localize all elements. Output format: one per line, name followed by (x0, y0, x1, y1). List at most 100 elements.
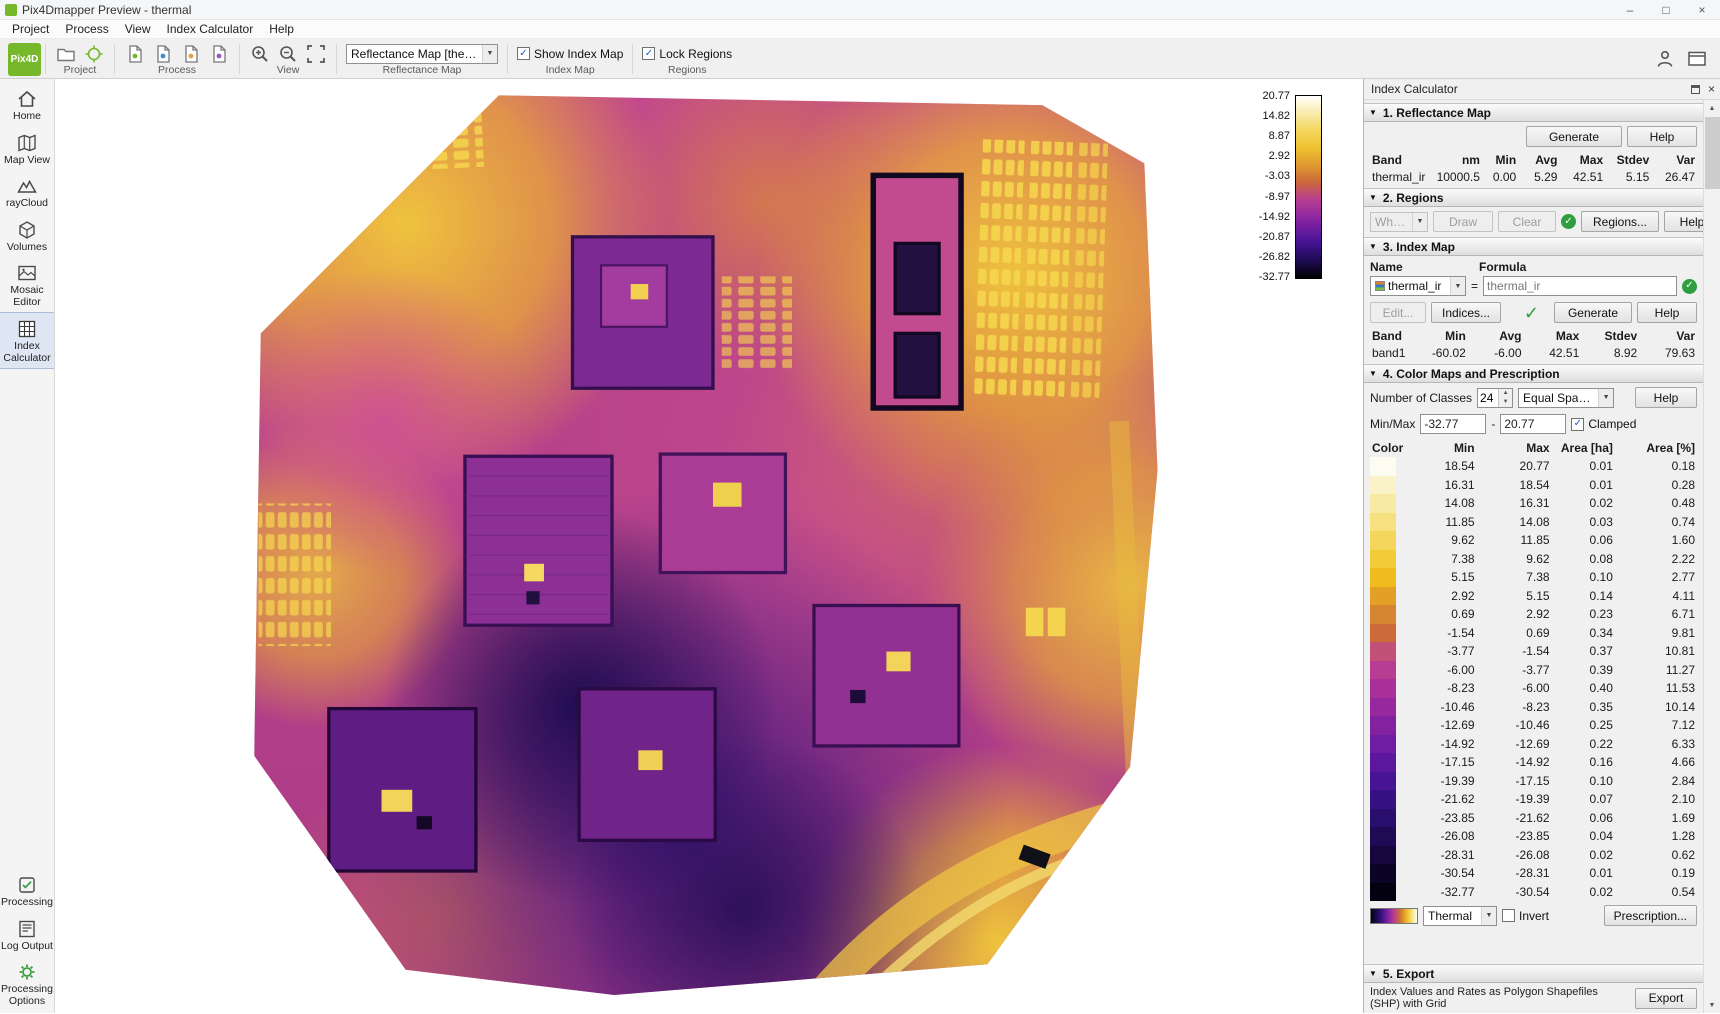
col-header: Area [ha] (1552, 439, 1615, 457)
color-class-row[interactable]: 9.6211.850.061.60 (1370, 531, 1697, 550)
zoom-in-icon[interactable] (249, 43, 271, 65)
sidebar-item-raycloud[interactable]: rayCloud (0, 170, 54, 214)
help-colormap-button[interactable]: Help (1635, 387, 1697, 408)
regions-button[interactable]: Regions... (1581, 211, 1659, 232)
spinner-down-icon[interactable]: ▼ (1499, 398, 1512, 407)
color-class-row[interactable]: 5.157.380.102.77 (1370, 568, 1697, 587)
help-reflectance-button[interactable]: Help (1627, 126, 1697, 147)
sidebar-item-mosaic-editor[interactable]: Mosaic Editor (0, 257, 54, 312)
section-header-color-maps[interactable]: ▼ 4. Color Maps and Prescription (1364, 364, 1703, 383)
generate-index-button[interactable]: Generate (1554, 302, 1632, 323)
number-of-classes-input[interactable] (1478, 389, 1498, 407)
color-class-row[interactable]: 14.0816.310.020.48 (1370, 494, 1697, 513)
color-class-row[interactable]: -1.540.690.349.81 (1370, 624, 1697, 643)
number-of-classes-stepper[interactable]: ▲ ▼ (1477, 388, 1513, 408)
max-input[interactable] (1500, 414, 1566, 434)
spinner-up-icon[interactable]: ▲ (1499, 389, 1512, 398)
formula-input[interactable] (1483, 276, 1677, 296)
minimize-button[interactable]: – (1612, 0, 1648, 19)
sidebar-item-index-calculator[interactable]: Index Calculator (0, 312, 54, 369)
band-row[interactable]: thermal_ir 10000.5 0.00 5.29 42.51 5.15 … (1370, 169, 1697, 185)
show-index-map-checkbox[interactable]: ✓ Show Index Map (517, 47, 623, 61)
section-header-reflectance-map[interactable]: ▼ 1. Reflectance Map (1364, 103, 1703, 122)
band-row[interactable]: band1 -60.02 -6.00 42.51 8.92 79.63 (1370, 345, 1697, 361)
color-class-row[interactable]: -14.92-12.690.226.33 (1370, 735, 1697, 754)
color-class-row[interactable]: -19.39-17.150.102.84 (1370, 772, 1697, 791)
min-input[interactable] (1420, 414, 1486, 434)
color-class-row[interactable]: -30.54-28.310.010.19 (1370, 864, 1697, 883)
color-class-row[interactable]: -26.08-23.850.041.28 (1370, 827, 1697, 846)
section-header-regions[interactable]: ▼ 2. Regions (1364, 188, 1703, 207)
section-header-export[interactable]: ▼ 5. Export (1364, 964, 1703, 983)
zoom-out-icon[interactable] (277, 43, 299, 65)
menu-item-process[interactable]: Process (57, 21, 116, 37)
class-min: -1.54 (1405, 624, 1476, 643)
color-class-row[interactable]: -6.00-3.770.3911.27 (1370, 661, 1697, 680)
class-area-ha: 0.10 (1552, 772, 1615, 791)
scroll-down-icon[interactable]: ▼ (1704, 997, 1720, 1013)
colormap-select[interactable]: Thermal ▼ (1423, 906, 1497, 926)
color-class-row[interactable]: 7.389.620.082.22 (1370, 550, 1697, 569)
section-header-index-map[interactable]: ▼ 3. Index Map (1364, 237, 1703, 256)
minmax-dash: - (1491, 417, 1495, 431)
color-class-row[interactable]: -32.77-30.540.020.54 (1370, 883, 1697, 902)
float-panel-icon[interactable] (1691, 85, 1700, 94)
indices-button[interactable]: Indices... (1431, 302, 1501, 323)
color-class-row[interactable]: -23.85-21.620.061.69 (1370, 809, 1697, 828)
color-class-row[interactable]: -12.69-10.460.257.12 (1370, 716, 1697, 735)
reflectance-map-select[interactable]: Reflectance Map [thermal_ir] ▼ (346, 44, 498, 64)
menu-item-project[interactable]: Project (4, 21, 57, 37)
document-icon-2[interactable] (152, 43, 174, 65)
color-class-row[interactable]: -17.15-14.920.164.66 (1370, 753, 1697, 772)
class-min: -12.69 (1405, 716, 1476, 735)
scrollbar-thumb[interactable] (1705, 117, 1720, 189)
color-class-row[interactable]: 0.692.920.236.71 (1370, 605, 1697, 624)
clamped-checkbox[interactable]: ✓ Clamped (1571, 417, 1636, 431)
sidebar-item-log-output[interactable]: Log Output (0, 913, 54, 957)
class-min: -19.39 (1405, 772, 1476, 791)
sidebar-item-processing[interactable]: Processing (0, 869, 54, 913)
sidebar-item-map-view[interactable]: Map View (0, 127, 54, 171)
generate-reflectance-button[interactable]: Generate (1526, 126, 1622, 147)
sidebar-item-volumes[interactable]: Volumes (0, 214, 54, 258)
color-class-row[interactable]: -8.23-6.000.4011.53 (1370, 679, 1697, 698)
map-view-canvas[interactable]: 20.7714.828.872.92-3.03-8.97-14.92-20.87… (55, 79, 1363, 1013)
invert-checkbox[interactable]: Invert (1502, 909, 1549, 923)
document-icon-1[interactable] (124, 43, 146, 65)
panel-scrollbar[interactable]: ▲ ▼ (1703, 100, 1720, 1013)
menu-item-view[interactable]: View (117, 21, 159, 37)
screen-layout-icon[interactable] (1686, 48, 1708, 70)
check-icon: ✓ (1574, 419, 1582, 429)
menu-item-index-calculator[interactable]: Index Calculator (159, 21, 262, 37)
help-index-button[interactable]: Help (1637, 302, 1697, 323)
sidebar-item-home[interactable]: Home (0, 83, 54, 127)
index-name-select[interactable]: thermal_ir ▼ (1370, 276, 1466, 296)
document-icon-4[interactable] (208, 43, 230, 65)
lock-regions-checkbox[interactable]: ✓ Lock Regions (642, 47, 732, 61)
scroll-up-icon[interactable]: ▲ (1704, 100, 1720, 116)
color-class-row[interactable]: -28.31-26.080.020.62 (1370, 846, 1697, 865)
color-class-row[interactable]: 16.3118.540.010.28 (1370, 476, 1697, 495)
crosshair-icon[interactable] (83, 43, 105, 65)
col-header: Color (1370, 439, 1405, 457)
menu-item-help[interactable]: Help (261, 21, 302, 37)
color-class-row[interactable]: -10.46-8.230.3510.14 (1370, 698, 1697, 717)
color-class-row[interactable]: 11.8514.080.030.74 (1370, 513, 1697, 532)
color-class-row[interactable]: 2.925.150.144.11 (1370, 587, 1697, 606)
tasks-icon (16, 874, 38, 896)
user-support-icon[interactable] (1654, 48, 1676, 70)
color-class-row[interactable]: -21.62-19.390.072.10 (1370, 790, 1697, 809)
spacing-select[interactable]: Equal Spacing ▼ (1518, 388, 1614, 408)
prescription-button[interactable]: Prescription... (1604, 905, 1697, 926)
color-class-row[interactable]: -3.77-1.540.3710.81 (1370, 642, 1697, 661)
fit-extent-icon[interactable] (305, 43, 327, 65)
close-button[interactable]: × (1684, 0, 1720, 19)
close-panel-icon[interactable]: × (1708, 83, 1715, 95)
document-icon-3[interactable] (180, 43, 202, 65)
class-color-swatch (1370, 883, 1396, 902)
color-class-row[interactable]: 18.5420.770.010.18 (1370, 457, 1697, 476)
folder-icon[interactable] (55, 43, 77, 65)
export-button[interactable]: Export (1635, 988, 1697, 1009)
maximize-button[interactable]: □ (1648, 0, 1684, 19)
sidebar-item-processing-options[interactable]: Processing Options (0, 956, 54, 1011)
